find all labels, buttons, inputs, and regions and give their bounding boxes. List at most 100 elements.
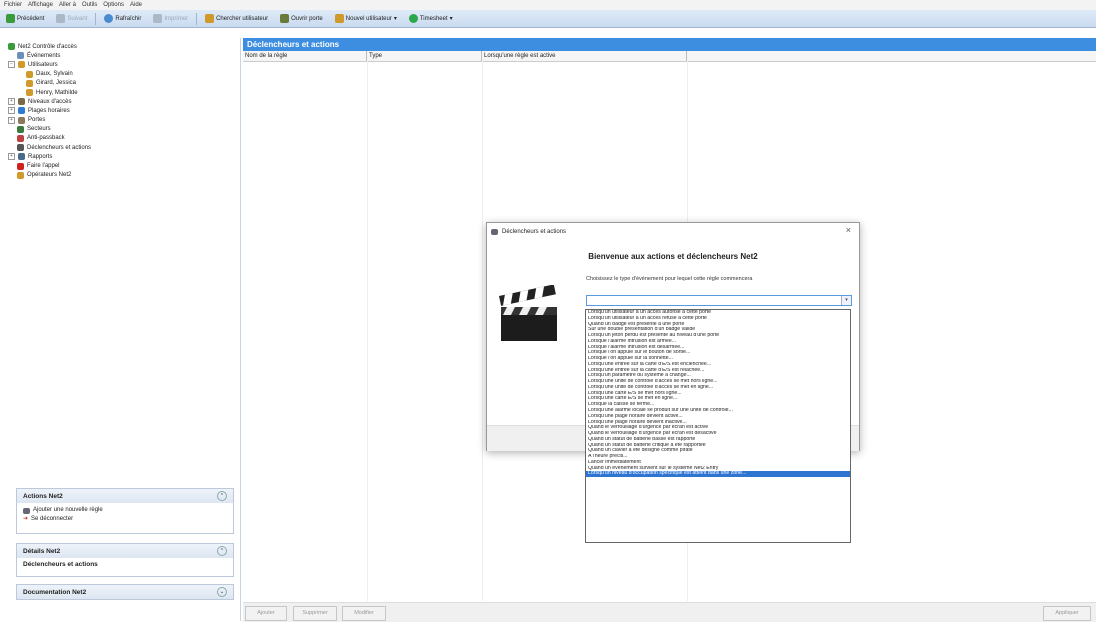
tree-item-label: Opérateurs Net2: [27, 172, 72, 179]
tree-node-icon: [18, 116, 25, 124]
expand-icon[interactable]: +: [8, 116, 15, 124]
tree-node-icon: [17, 162, 24, 170]
add-user-icon: [334, 14, 344, 23]
timesheet-icon: [408, 14, 418, 23]
tree-node-icon: [26, 79, 33, 87]
expand-icon[interactable]: +: [8, 107, 15, 115]
tree-item[interactable]: Daux, Sylvain: [8, 70, 91, 79]
details-panel-header[interactable]: Détails Net2 ⌃: [17, 544, 233, 558]
menu-item[interactable]: Outils: [82, 2, 97, 8]
tree-node-icon: [18, 107, 25, 115]
collapse-icon[interactable]: ⌃: [217, 491, 227, 501]
refresh-button[interactable]: Rafraîchir: [100, 12, 145, 26]
timesheet-button[interactable]: Timesheet ▾: [405, 12, 457, 26]
chevron-down-icon[interactable]: ▾: [841, 296, 851, 305]
search-user-button[interactable]: Chercher utilisateur: [201, 12, 272, 26]
apply-button[interactable]: Appliquer: [1043, 606, 1091, 621]
tree-item[interactable]: + Portes: [8, 116, 91, 125]
tree-item[interactable]: Henry, Mathilde: [8, 88, 91, 97]
tree-item-label: Déclencheurs et actions: [27, 144, 92, 151]
tree-node-icon: [17, 144, 24, 152]
user-search-icon: [205, 14, 215, 23]
tree-node-icon: [17, 125, 24, 133]
tree-item[interactable]: Événements: [8, 51, 91, 60]
tree-node-icon: [17, 52, 24, 60]
expand-icon[interactable]: +: [8, 153, 15, 161]
navigation-tree: Net2 Contrôle d'accès Événements − Utilisat…: [8, 42, 91, 180]
tree-item[interactable]: Girard, Jessica: [8, 79, 91, 88]
menu-item[interactable]: Affichage: [28, 2, 53, 8]
add-button[interactable]: Ajouter: [245, 606, 287, 621]
tree-item-label: Daux, Sylvain: [36, 71, 73, 78]
tree-item-label: Niveaux d'accès: [28, 98, 72, 105]
door-icon: [280, 14, 290, 23]
tree-item-label: Net2 Contrôle d'accès: [18, 43, 77, 50]
tree-item-label: Faire l'appel: [27, 163, 60, 170]
forward-arrow-icon: [56, 14, 66, 23]
actions-panel-header[interactable]: Actions Net2 ⌃: [17, 489, 233, 503]
event-type-dropdown-list[interactable]: Lorsqu'un utilisateur a un accès autoris…: [585, 309, 851, 543]
expand-icon[interactable]: ⌄: [217, 587, 227, 597]
tree-item[interactable]: Opérateurs Net2: [8, 171, 91, 180]
rule-icon: [23, 507, 30, 514]
column-header-active[interactable]: Lorsqu'une règle est active: [482, 51, 687, 61]
column-header-type[interactable]: Type: [367, 51, 482, 61]
tree-item-label: Anti-passback: [27, 135, 65, 142]
column-header-rule-name[interactable]: Nom de la règle: [243, 51, 367, 61]
page-title: Déclencheurs et actions: [243, 38, 1096, 51]
new-user-button[interactable]: Nouvel utilisateur ▾: [331, 12, 401, 26]
tree-node-icon: [26, 70, 33, 78]
tree-node-icon: [8, 43, 15, 51]
refresh-icon: [104, 14, 114, 23]
printer-icon: [153, 14, 163, 23]
tree-item[interactable]: Anti-passback: [8, 134, 91, 143]
tree-item[interactable]: Faire l'appel: [8, 161, 91, 170]
open-door-button[interactable]: Ouvrir porte: [276, 12, 327, 26]
delete-button[interactable]: Supprimer: [293, 606, 337, 621]
details-panel: Détails Net2 ⌃ Déclencheurs et actions: [16, 543, 234, 577]
tree-item-label: Événements: [27, 52, 61, 59]
back-button[interactable]: Précédent: [2, 12, 48, 26]
logout-link[interactable]: ➜ Se déconnecter: [23, 515, 227, 524]
dialog-heading: Bienvenue aux actions et déclencheurs Ne…: [588, 252, 758, 261]
toolbar-separator: [196, 12, 198, 25]
toolbar: Précédent Suivant Rafraîchir Imprimer Ch…: [0, 10, 1096, 28]
dropdown-option[interactable]: Lorsqu'un niveau d'occupation spécifique…: [586, 471, 850, 478]
tree-item[interactable]: + Rapports: [8, 152, 91, 161]
tree-node-icon: [26, 89, 33, 97]
tree-item[interactable]: Déclencheurs et actions: [8, 143, 91, 152]
tree-item[interactable]: Secteurs: [8, 125, 91, 134]
modify-button[interactable]: Modifier: [342, 606, 386, 621]
add-rule-link[interactable]: Ajouter une nouvelle règle: [23, 506, 227, 515]
tree-item-label: Secteurs: [27, 126, 51, 133]
details-content: Déclencheurs et actions: [23, 561, 98, 568]
chevron-down-icon: ▾: [449, 16, 453, 22]
dialog-prompt: Choisissez le type d'événement pour lequ…: [586, 276, 753, 282]
documentation-panel-header[interactable]: Documentation Net2 ⌄: [17, 585, 233, 599]
menu-item[interactable]: Fichier: [4, 2, 22, 8]
collapse-icon[interactable]: −: [8, 61, 15, 69]
forward-button[interactable]: Suivant: [52, 12, 91, 26]
menu-item[interactable]: Options: [103, 2, 124, 8]
navigation-pane: Net2 Contrôle d'accès Événements − Utilisat…: [0, 38, 241, 621]
print-button[interactable]: Imprimer: [149, 12, 192, 26]
toolbar-separator: [95, 12, 97, 25]
tree-item[interactable]: − Utilisateurs: [8, 60, 91, 69]
tree-item[interactable]: + Niveaux d'accès: [8, 97, 91, 106]
tree-item-label: Utilisateurs: [28, 61, 58, 68]
column-divider: [482, 61, 483, 601]
table-header: Nom de la règle Type Lorsqu'une règle es…: [243, 51, 1096, 62]
close-icon[interactable]: ×: [846, 225, 851, 235]
expand-icon[interactable]: +: [8, 98, 15, 106]
tree-node-icon: [18, 98, 25, 106]
logout-icon: ➜: [23, 516, 29, 522]
tree-item[interactable]: + Plages horaires: [8, 106, 91, 115]
clapperboard-icon: [497, 284, 561, 347]
tree-item[interactable]: Net2 Contrôle d'accès: [8, 42, 91, 51]
tree-item-label: Girard, Jessica: [36, 80, 77, 87]
collapse-icon[interactable]: ⌃: [217, 546, 227, 556]
documentation-panel: Documentation Net2 ⌄: [16, 584, 234, 600]
menu-item[interactable]: Aller à: [59, 2, 76, 8]
event-type-select[interactable]: ▾: [586, 295, 852, 306]
menu-item[interactable]: Aide: [130, 2, 142, 8]
